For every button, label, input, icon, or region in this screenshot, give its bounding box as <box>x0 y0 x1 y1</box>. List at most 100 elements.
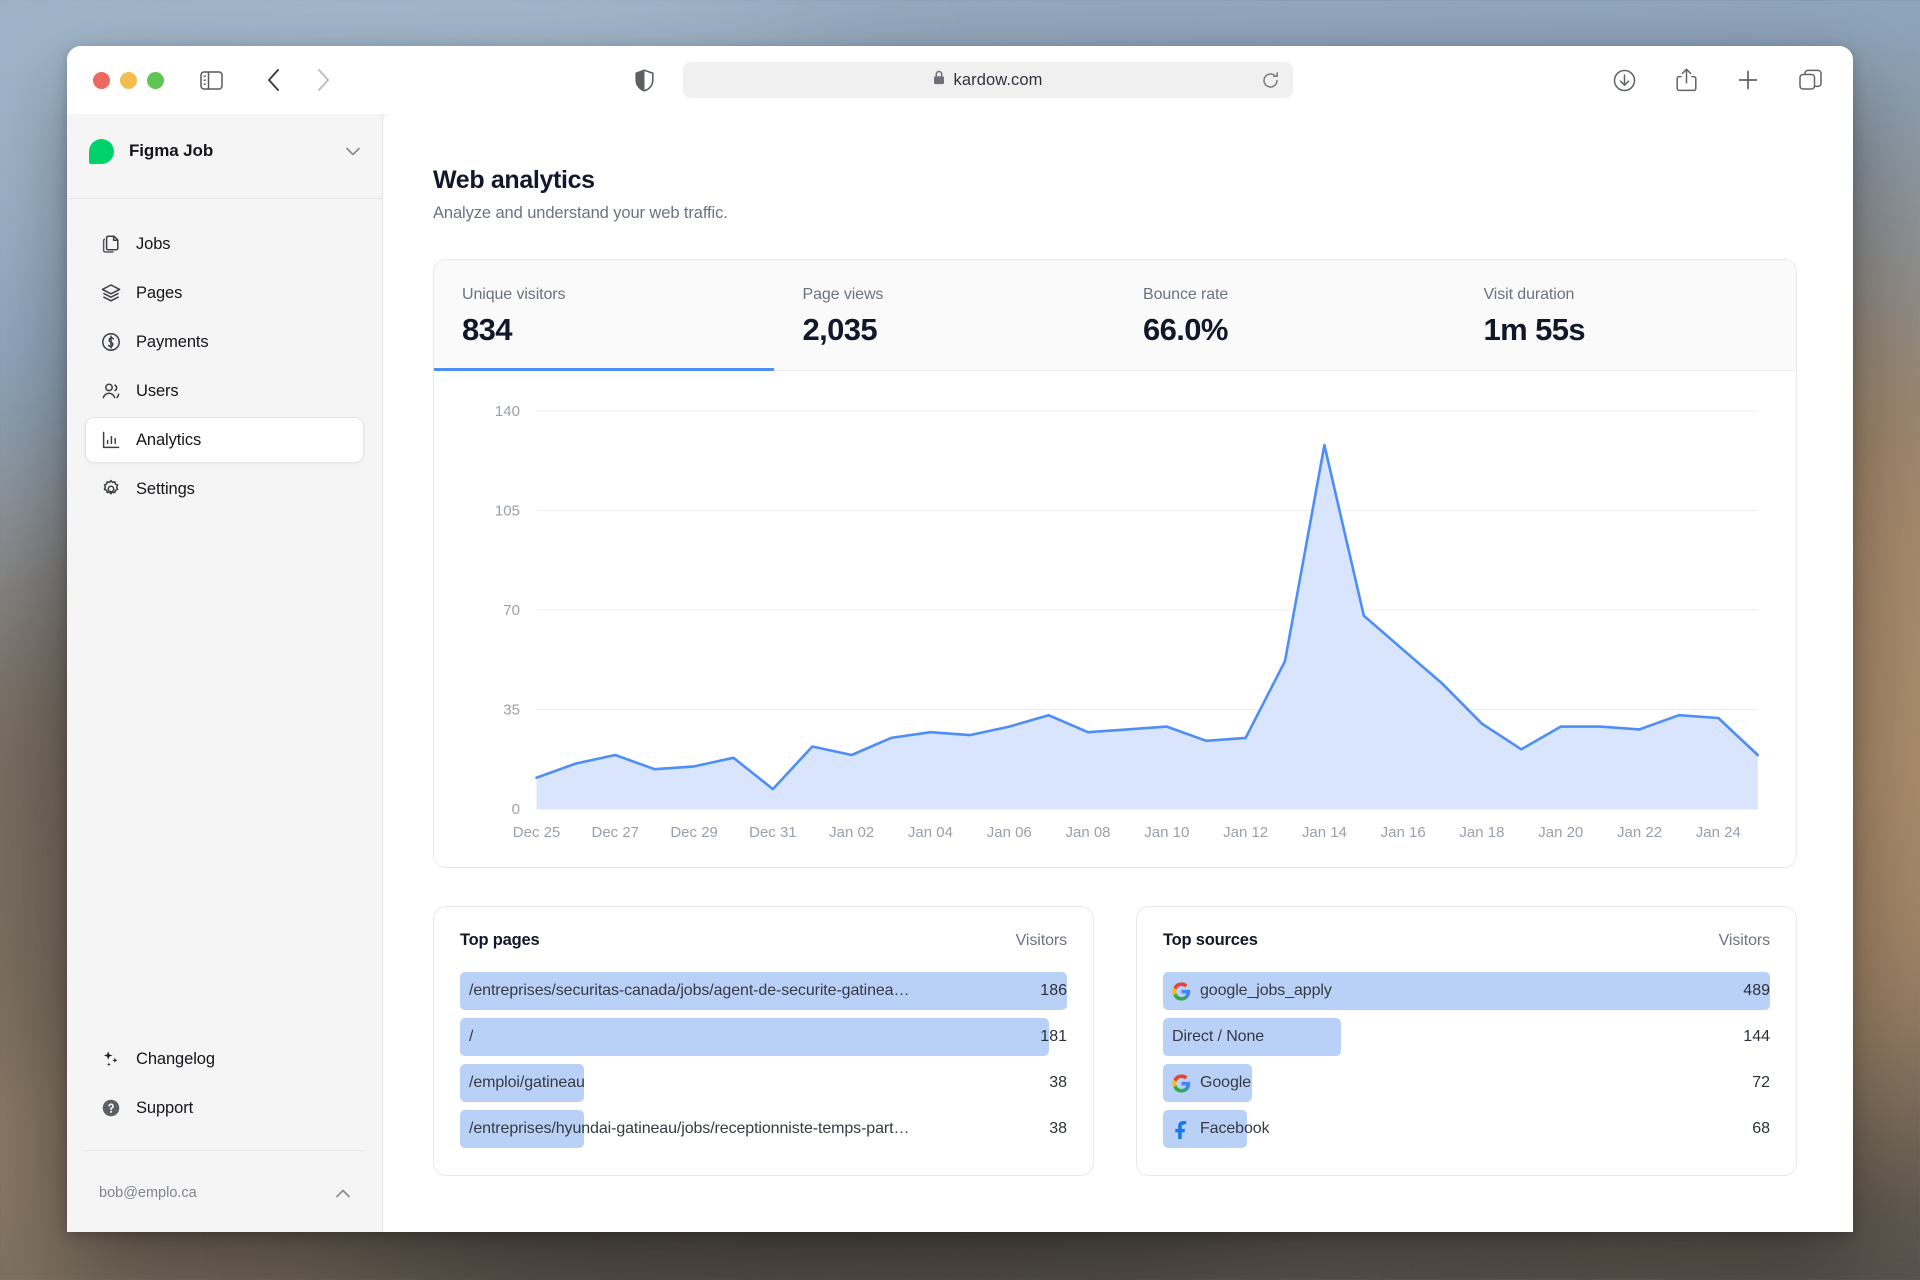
sidebar-item-settings[interactable]: Settings <box>85 466 364 512</box>
org-switcher[interactable]: Figma Job <box>67 114 382 188</box>
table-row[interactable]: Google 72 <box>1163 1060 1770 1106</box>
sidebar: Figma Job Jobs Pages Payments Users Anal… <box>67 114 383 1232</box>
org-name: Figma Job <box>129 141 214 160</box>
svg-text:140: 140 <box>495 404 520 420</box>
svg-text:Jan 06: Jan 06 <box>987 825 1032 841</box>
svg-text:Dec 29: Dec 29 <box>670 825 718 841</box>
svg-text:Dec 25: Dec 25 <box>513 825 561 841</box>
address-bar[interactable]: kardow.com <box>683 62 1293 98</box>
maximize-window-button[interactable] <box>147 71 164 89</box>
table-row[interactable]: / 181 <box>460 1014 1067 1060</box>
table-row[interactable]: /entreprises/hyundai-gatineau/jobs/recep… <box>460 1106 1067 1152</box>
tab-visit-duration[interactable]: Visit duration 1m 55s <box>1456 260 1797 370</box>
users-icon <box>100 381 121 402</box>
analytics-card: Unique visitors 834 Page views 2,035 Bou… <box>433 259 1797 868</box>
row-label: /emploi/gatineau <box>469 1074 585 1091</box>
chevron-up-icon[interactable] <box>336 1189 350 1198</box>
sidebar-toggle-icon[interactable] <box>194 63 228 97</box>
stat-value: 1m 55s <box>1483 312 1586 347</box>
tab-bounce-rate[interactable]: Bounce rate 66.0% <box>1115 260 1456 370</box>
table-row[interactable]: Direct / None 144 <box>1163 1014 1770 1060</box>
sidebar-footer: Changelog Support bob@emplo.ca <box>67 1036 382 1232</box>
top-sources-header: Top sources Visitors <box>1163 931 1770 950</box>
row-label: google_jobs_apply <box>1163 981 1332 1001</box>
chevron-down-icon[interactable] <box>346 147 360 156</box>
sidebar-item-support[interactable]: Support <box>85 1085 364 1131</box>
svg-text:Dec 27: Dec 27 <box>591 825 639 841</box>
table-row[interactable]: /emploi/gatineau 38 <box>460 1060 1067 1106</box>
share-icon[interactable] <box>1669 63 1703 97</box>
row-value: 181 <box>1040 1028 1067 1045</box>
visitors-area-chart[interactable]: 0 35 70 105 140 Dec 25 Dec 27 Dec 29 Dec 31 Jan 0… <box>462 397 1766 849</box>
app-container: Figma Job Jobs Pages Payments Users Anal… <box>67 114 1853 1232</box>
row-value: 489 <box>1743 982 1770 999</box>
page-subtitle: Analyze and understand your web traffic. <box>433 204 728 222</box>
table-row[interactable]: Facebook 68 <box>1163 1106 1770 1152</box>
stat-label: Page views <box>802 286 884 303</box>
row-label: Direct / None <box>1172 1028 1265 1045</box>
tab-overview-icon[interactable] <box>1793 63 1827 97</box>
row-label: Google <box>1163 1073 1251 1093</box>
svg-text:Jan 02: Jan 02 <box>829 825 874 841</box>
top-sources-card: Top sources Visitors google_jobs_apply 4… <box>1136 906 1797 1176</box>
row-label: /entreprises/hyundai-gatineau/jobs/recep… <box>469 1120 910 1137</box>
reload-icon[interactable] <box>1262 71 1279 89</box>
sidebar-item-label: Analytics <box>136 430 202 449</box>
back-button[interactable] <box>256 63 290 97</box>
browser-window: kardow.com Figma Job Jobs Pages Payments… <box>67 46 1853 1232</box>
lock-icon <box>933 70 945 90</box>
account-email: bob@emplo.ca <box>99 1185 197 1201</box>
sidebar-item-payments[interactable]: Payments <box>85 319 364 365</box>
privacy-shield-icon[interactable] <box>627 63 661 97</box>
table-row[interactable]: google_jobs_apply 489 <box>1163 968 1770 1014</box>
dollar-circle-icon <box>100 332 121 353</box>
sidebar-item-analytics[interactable]: Analytics <box>85 417 364 463</box>
tab-page-views[interactable]: Page views 2,035 <box>775 260 1116 370</box>
stats-tabs: Unique visitors 834 Page views 2,035 Bou… <box>434 260 1796 371</box>
url-text: kardow.com <box>953 70 1043 89</box>
sidebar-item-users[interactable]: Users <box>85 368 364 414</box>
sidebar-item-label: Settings <box>136 479 195 498</box>
figma-job-logo <box>89 138 114 164</box>
main-content: Web analytics Analyze and understand you… <box>383 114 1853 1232</box>
table-row[interactable]: /entreprises/securitas-canada/jobs/agent… <box>460 968 1067 1014</box>
sidebar-item-pages[interactable]: Pages <box>85 270 364 316</box>
minimize-window-button[interactable] <box>120 71 137 89</box>
top-pages-column-header: Visitors <box>1015 931 1067 949</box>
top-pages-card: Top pages Visitors /entreprises/securita… <box>433 906 1094 1176</box>
row-value: 38 <box>1049 1074 1067 1091</box>
svg-text:Jan 04: Jan 04 <box>908 825 953 841</box>
row-value: 186 <box>1040 982 1067 999</box>
question-circle-icon <box>100 1098 121 1119</box>
sidebar-item-changelog[interactable]: Changelog <box>85 1036 364 1082</box>
tables-row: Top pages Visitors /entreprises/securita… <box>433 906 1797 1176</box>
svg-text:Jan 16: Jan 16 <box>1381 825 1426 841</box>
svg-text:Jan 18: Jan 18 <box>1459 825 1504 841</box>
stat-label: Visit duration <box>1483 286 1575 303</box>
top-pages-title: Top pages <box>460 931 540 949</box>
svg-text:Jan 14: Jan 14 <box>1302 825 1347 841</box>
sidebar-item-label: Changelog <box>136 1049 215 1068</box>
close-window-button[interactable] <box>93 71 110 89</box>
new-tab-icon[interactable] <box>1731 63 1765 97</box>
download-icon[interactable] <box>1607 63 1641 97</box>
sidebar-item-jobs[interactable]: Jobs <box>85 221 364 267</box>
google-icon <box>1172 981 1191 1001</box>
chart-svg: 0 35 70 105 140 Dec 25 Dec 27 Dec 29 Dec 31 Jan 0… <box>495 404 1766 841</box>
stat-value: 834 <box>462 312 513 347</box>
row-value: 144 <box>1743 1028 1770 1045</box>
svg-text:35: 35 <box>503 703 520 719</box>
forward-button[interactable] <box>306 63 340 97</box>
account-menu[interactable]: bob@emplo.ca <box>85 1168 364 1218</box>
sidebar-nav: Jobs Pages Payments Users Analytics Sett… <box>67 199 382 512</box>
svg-text:Jan 20: Jan 20 <box>1538 825 1583 841</box>
row-label: / <box>469 1028 474 1045</box>
layers-icon <box>100 283 121 304</box>
sidebar-item-label: Support <box>136 1098 194 1117</box>
svg-text:105: 105 <box>495 504 520 520</box>
tab-unique-visitors[interactable]: Unique visitors 834 <box>434 260 775 371</box>
top-pages-header: Top pages Visitors <box>460 931 1067 950</box>
gear-icon <box>100 479 121 500</box>
row-bar <box>460 1018 1049 1056</box>
page-title: Web analytics <box>433 166 595 194</box>
